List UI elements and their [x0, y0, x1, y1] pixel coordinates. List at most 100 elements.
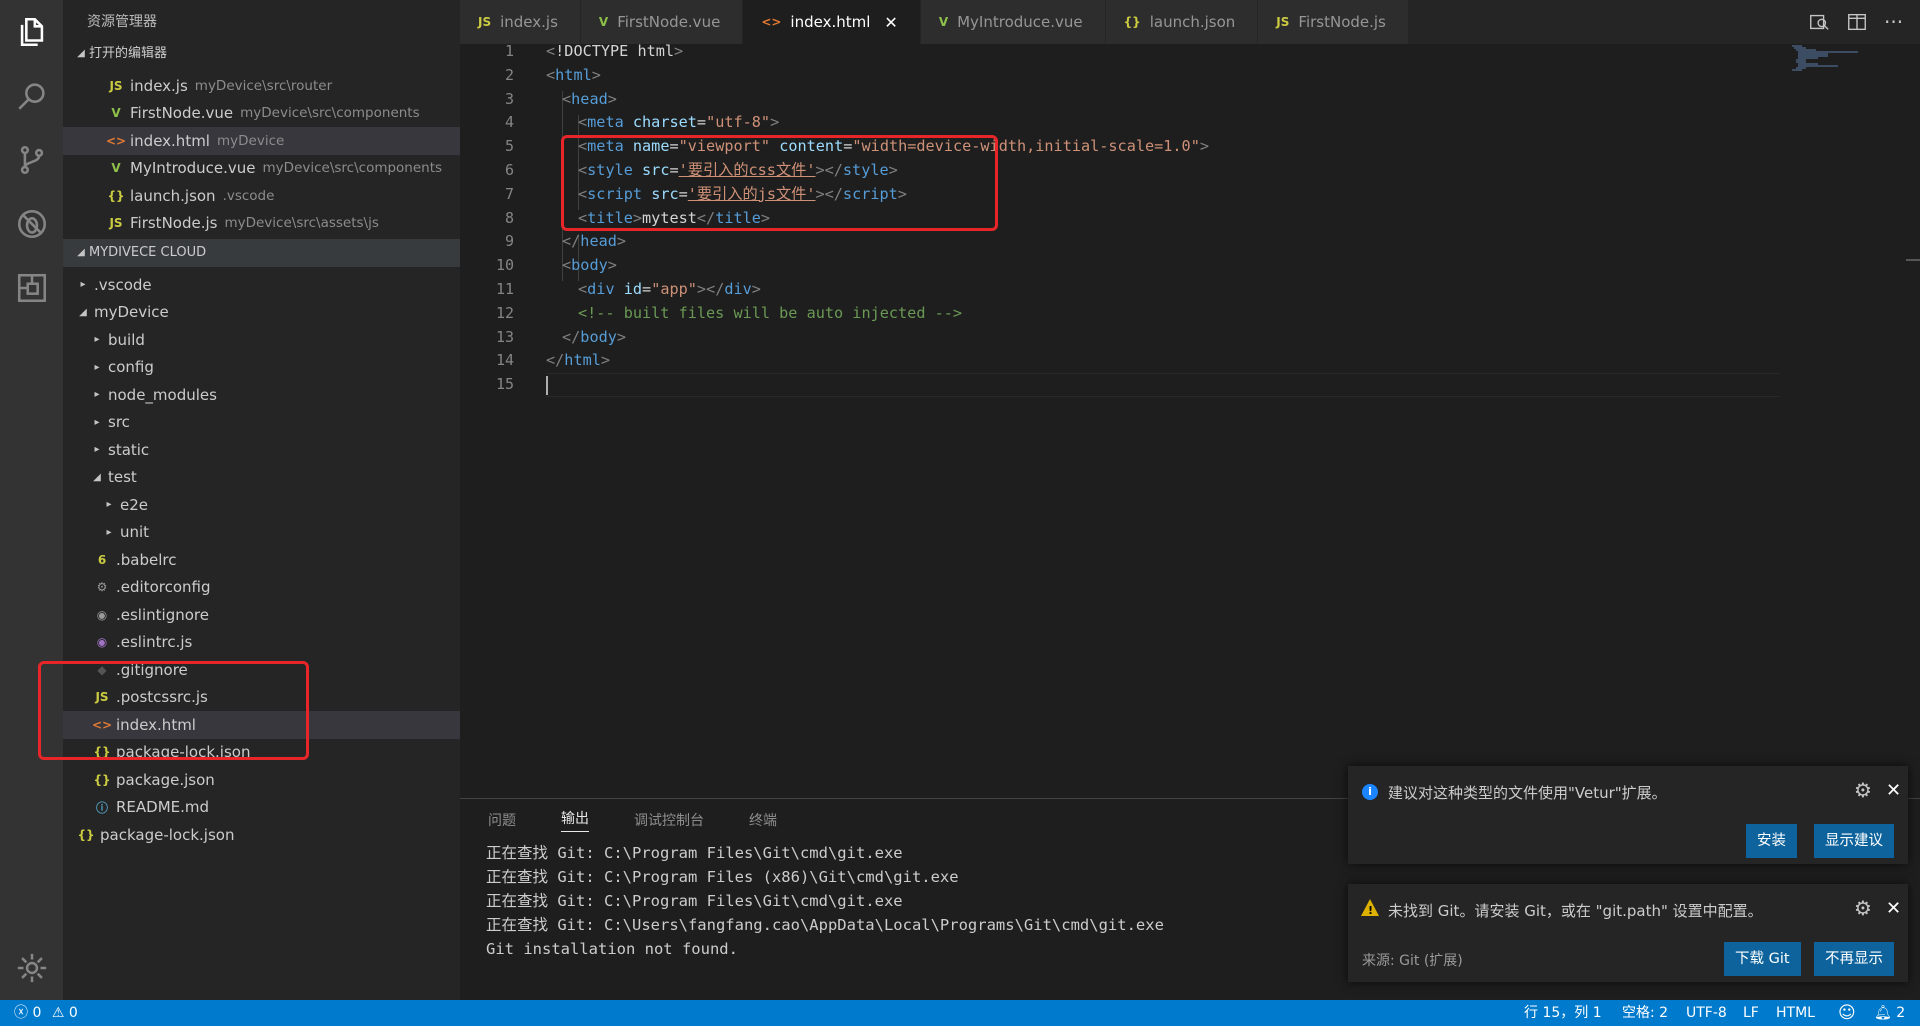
file-item[interactable]: ◉ .eslintignore	[63, 601, 460, 629]
close-icon[interactable]: ✕	[1886, 898, 1901, 919]
debug-icon[interactable]	[0, 192, 63, 256]
search-icon[interactable]	[0, 64, 63, 128]
encoding[interactable]: UTF-8	[1686, 1000, 1727, 1026]
folder-item[interactable]: ◢ test	[63, 464, 460, 492]
panel-tab[interactable]: 调试控制台	[634, 810, 704, 830]
folder-item[interactable]: ▸ .vscode	[63, 271, 460, 299]
chevron-right-icon: ▸	[94, 361, 100, 373]
warning-icon: ⚠	[51, 1005, 65, 1021]
show-recommendations-button[interactable]: 显示建议	[1814, 824, 1894, 858]
cursor-position[interactable]: 行 15，列 1	[1524, 1000, 1602, 1026]
file-icon: {}	[93, 745, 111, 760]
dont-show-again-button[interactable]: 不再显示	[1814, 942, 1894, 976]
panel-tab[interactable]: 问题	[488, 810, 516, 830]
file-icon: {}	[77, 827, 95, 842]
tab-index-js[interactable]: JS index.js	[460, 0, 581, 44]
file-icon: <>	[105, 133, 127, 148]
file-item[interactable]: JS .postcssrc.js	[63, 684, 460, 712]
folder-item[interactable]: ▸ static	[63, 436, 460, 464]
vetur-notification: i 建议对这种类型的文件使用"Vetur"扩展。 ⚙ ✕ 安装 显示建议	[1348, 766, 1908, 864]
open-editor-item[interactable]: <> index.html myDevice	[63, 127, 460, 155]
line-ending[interactable]: LF	[1743, 1000, 1759, 1026]
folder-item[interactable]: ▸ src	[63, 409, 460, 437]
explorer-sidebar: 资源管理器 ◢ 打开的编辑器 JS index.js myDevice\src\rou…	[63, 0, 460, 1000]
feedback-smiley-icon[interactable]: ☺	[1838, 1000, 1856, 1026]
open-editor-item[interactable]: V MyIntroduce.vue myDevice\src\components	[63, 155, 460, 183]
file-item[interactable]: <> index.html	[63, 711, 460, 739]
minimap[interactable]	[1792, 44, 1866, 74]
file-item[interactable]: {} package-lock.json	[63, 821, 460, 849]
open-editor-item[interactable]: V FirstNode.vue myDevice\src\components	[63, 100, 460, 128]
folder-item[interactable]: ▸ e2e	[63, 491, 460, 519]
tab-firstnode-js[interactable]: JS FirstNode.js	[1258, 0, 1409, 44]
file-item[interactable]: 6 .babelrc	[63, 546, 460, 574]
explorer-icon[interactable]	[0, 0, 63, 64]
problems-indicator[interactable]: ⓧ 0 ⚠ 0	[14, 1000, 78, 1026]
indentation[interactable]: 空格: 2	[1622, 1000, 1668, 1026]
chevron-right-icon: ▸	[106, 526, 112, 538]
chevron-right-icon: ▸	[94, 416, 100, 428]
code-line-13: </body>	[562, 327, 627, 346]
tab-myintroduce-vue[interactable]: V MyIntroduce.vue	[920, 0, 1106, 44]
panel-tab[interactable]: 终端	[749, 810, 777, 830]
file-item[interactable]: ◆ .gitignore	[63, 656, 460, 684]
file-item[interactable]: {} package.json	[63, 766, 460, 794]
open-editor-item[interactable]: JS index.js myDevice\src\router	[63, 72, 460, 100]
file-tree: ▸ .vscode ◢ myDevice ▸ build ▸ config ▸ node_modu…	[63, 271, 460, 849]
file-icon: ◉	[96, 607, 108, 622]
file-icon: {}	[93, 772, 111, 787]
more-actions-icon[interactable]: ···	[1884, 0, 1903, 44]
open-editor-item[interactable]: {} launch.json .vscode	[63, 182, 460, 210]
open-editors-list: JS index.js myDevice\src\router V FirstNode.…	[63, 72, 460, 237]
folder-item[interactable]: ◢ myDevice	[63, 299, 460, 327]
split-editor-icon[interactable]	[1846, 0, 1868, 44]
file-icon: ◆	[97, 662, 107, 677]
file-icon: V	[598, 15, 609, 29]
open-editors-header[interactable]: ◢ 打开的编辑器	[63, 40, 460, 68]
extensions-icon[interactable]	[0, 256, 63, 320]
code-line-3: <head>	[562, 89, 617, 108]
folder-item[interactable]: ▸ config	[63, 354, 460, 382]
chevron-right-icon: ▸	[94, 334, 100, 346]
file-icon: <>	[91, 717, 113, 732]
tab-index-html[interactable]: <> index.html ✕	[743, 0, 921, 44]
open-editor-item[interactable]: JS FirstNode.js myDevice\src\assets\js	[63, 210, 460, 238]
folder-item[interactable]: ▸ node_modules	[63, 381, 460, 409]
folder-item[interactable]: ▸ build	[63, 326, 460, 354]
settings-gear-icon[interactable]	[0, 936, 63, 1000]
file-item[interactable]: ⚙ .editorconfig	[63, 574, 460, 602]
tab-launch-json[interactable]: {} launch.json	[1105, 0, 1259, 44]
vertical-scrollbar[interactable]	[1906, 44, 1920, 798]
tab-firstnode-vue[interactable]: V FirstNode.vue	[580, 0, 744, 44]
code-line-5: <meta name="viewport" content="width=dev…	[578, 137, 1210, 156]
code-editor[interactable]: 1 2 3 4 5 6 7 8 9 10 11 12 13 14 15 <!DOCTYPE html> <h…	[460, 44, 1920, 798]
download-git-button[interactable]: 下载 Git	[1724, 942, 1801, 976]
project-header[interactable]: ◢ MYDIVECE CLOUD	[63, 239, 460, 267]
file-item[interactable]: ⓘ README.md	[63, 794, 460, 822]
git-notification: ! 未找到 Git。请安装 Git，或在 "git.path" 设置中配置。 ⚙…	[1348, 884, 1908, 982]
close-icon[interactable]: ✕	[1886, 780, 1901, 801]
code-line-10: <body>	[562, 256, 617, 275]
notification-gear-icon[interactable]: ⚙	[1854, 778, 1872, 802]
chevron-down-icon: ◢	[77, 247, 85, 258]
status-bar: ⓧ 0 ⚠ 0 行 15，列 1 空格: 2 UTF-8 LF HTML ☺ 🔔…	[0, 1000, 1920, 1026]
file-item[interactable]: {} package-lock.json	[63, 739, 460, 767]
file-icon: JS	[109, 216, 123, 231]
notification-source: 来源: Git (扩展)	[1362, 953, 1463, 969]
install-button[interactable]: 安装	[1746, 824, 1797, 858]
file-item[interactable]: ◉ .eslintrc.js	[63, 629, 460, 657]
panel-tab[interactable]: 输出	[561, 808, 589, 832]
notification-gear-icon[interactable]: ⚙	[1854, 896, 1872, 920]
open-changes-icon[interactable]	[1808, 0, 1830, 44]
file-icon: V	[111, 106, 121, 121]
file-icon: V	[938, 15, 949, 29]
close-tab-icon[interactable]: ✕	[884, 13, 897, 32]
current-line	[546, 373, 1780, 397]
language-mode[interactable]: HTML	[1776, 1000, 1815, 1026]
sidebar-title: 资源管理器	[87, 14, 157, 30]
notifications-bell[interactable]: 🔔︎ 2	[1874, 1000, 1905, 1026]
chevron-right-icon: ▸	[94, 389, 100, 401]
code-line-6: <style src='要引入的css文件'></style>	[578, 161, 898, 179]
source-control-icon[interactable]	[0, 128, 63, 192]
folder-item[interactable]: ▸ unit	[63, 519, 460, 547]
